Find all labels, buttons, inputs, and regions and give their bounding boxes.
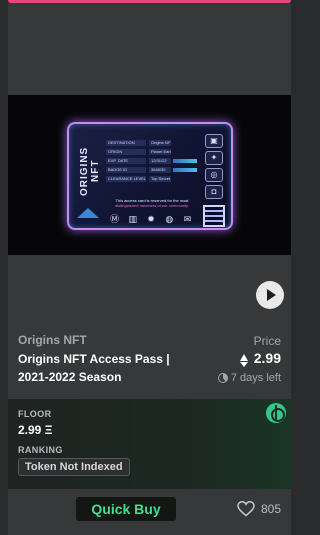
marketplace-icon[interactable] xyxy=(266,403,286,423)
time-left: 7 days left xyxy=(217,372,281,384)
nft-info-table: DESTINATION Origins NFT Beyond ORIGIN Pl… xyxy=(106,139,198,184)
diamond-logo-icon xyxy=(77,208,99,218)
lock-icon: ▣ xyxy=(205,134,223,148)
time-left-text: 7 days left xyxy=(230,372,281,384)
m-logo-icon: Ⓜ xyxy=(109,214,119,224)
nft-info-value: 12/31/22 xyxy=(149,157,171,164)
globe-icon: ◎ xyxy=(205,168,223,182)
globe-icon: ◍ xyxy=(165,214,174,224)
nft-notice: This access card is reserved for the mos… xyxy=(106,198,198,208)
nft-info-row: DESTINATION Origins NFT Beyond xyxy=(106,139,198,146)
price-label: Price xyxy=(253,334,281,348)
ranking-badge: Token Not Indexed xyxy=(18,458,130,476)
price-row: 2.99 xyxy=(239,350,281,367)
nft-info-value: Planet Earth xyxy=(149,148,171,155)
floor-label: FLOOR xyxy=(18,409,52,419)
ranking-label: RANKING xyxy=(18,445,63,455)
mail-icon: ✉ xyxy=(183,214,192,224)
nft-access-card-image: ORIGINS NFT DESTINATION Origins NFT Beyo… xyxy=(67,122,233,230)
heart-icon[interactable] xyxy=(237,501,255,517)
nft-info-key: EXP. DATE xyxy=(106,157,146,164)
nft-info-bar xyxy=(173,167,197,172)
eth-icon xyxy=(239,353,248,367)
clock-icon xyxy=(217,373,228,383)
discord-icon: ◘ xyxy=(205,185,223,199)
nft-side-panel: ▣ ✦ ◎ ◘ xyxy=(202,134,226,227)
book-icon: ▥ xyxy=(128,214,137,224)
gear-icon: ✹ xyxy=(147,214,155,224)
nft-info-key: ORIGIN xyxy=(106,148,146,155)
stats-panel: FLOOR 2.99 Ξ RANKING Token Not Indexed xyxy=(8,399,291,489)
likes[interactable]: 805 xyxy=(237,501,281,517)
nft-info-value: Origins NFT Beyond xyxy=(149,139,171,146)
nft-info-row: BADGE ID 3648/30 xyxy=(106,166,198,173)
nft-listing-card[interactable]: ORIGINS NFT DESTINATION Origins NFT Beyo… xyxy=(8,0,291,535)
nft-info-bar xyxy=(173,158,197,163)
item-title[interactable]: Origins NFT Access Pass | 2021-2022 Seas… xyxy=(18,350,188,386)
nft-info-row: CLEARANCE LEVEL Top Secret xyxy=(106,175,198,182)
likes-count: 805 xyxy=(260,502,281,516)
nft-info-key: DESTINATION xyxy=(106,139,146,146)
card-top-accent xyxy=(8,0,291,3)
nft-brand-text: ORIGINS NFT xyxy=(79,146,101,196)
star-icon: ✦ xyxy=(205,151,223,165)
nft-info-row: EXP. DATE 12/31/22 xyxy=(106,157,198,164)
price-value: 2.99 xyxy=(253,350,281,366)
quick-buy-button[interactable]: Quick Buy xyxy=(76,497,176,521)
nft-media[interactable]: ORIGINS NFT DESTINATION Origins NFT Beyo… xyxy=(8,95,291,255)
play-button[interactable] xyxy=(256,281,284,309)
nft-info-key: CLEARANCE LEVEL xyxy=(106,175,146,182)
nft-info-key: BADGE ID xyxy=(106,166,146,173)
floor-value: 2.99 Ξ xyxy=(18,423,53,437)
collection-name[interactable]: Origins NFT xyxy=(18,333,87,347)
nft-logo-block: ORIGINS NFT xyxy=(75,130,103,222)
nft-info-row: ORIGIN Planet Earth xyxy=(106,148,198,155)
nft-info-value: 3648/30 xyxy=(149,166,171,173)
nft-icon-row: Ⓜ ▥ ✹ ◍ ✉ xyxy=(109,214,193,226)
nft-info-value: Top Secret xyxy=(149,175,171,182)
qr-code-icon xyxy=(203,205,225,227)
nft-notice-highlight: distinguished members of our community. xyxy=(115,203,189,208)
